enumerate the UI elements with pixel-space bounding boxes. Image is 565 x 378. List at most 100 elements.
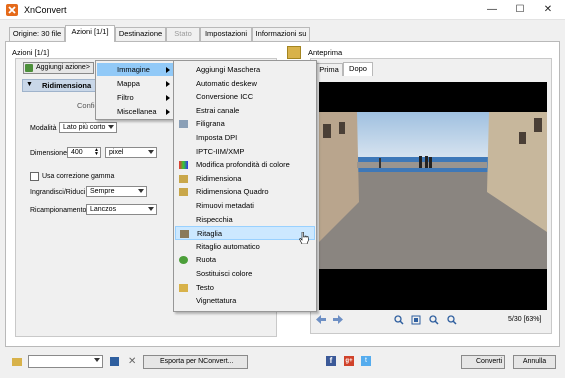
submenu-item-estrai-canale[interactable]: Estrai canale [175, 104, 315, 118]
resample-select[interactable]: Lanczos [86, 204, 157, 215]
save-icon[interactable] [110, 357, 119, 366]
dimension-unit-value: pixel [109, 149, 124, 156]
prev-arrow-icon[interactable] [316, 315, 326, 324]
folder-icon[interactable] [12, 358, 22, 366]
chevron-down-icon [148, 150, 154, 154]
cancel-button[interactable]: Annulla [513, 355, 556, 369]
submenu-item-label: Ruota [196, 255, 217, 265]
color-depth-icon [179, 161, 188, 170]
zoom-100-icon[interactable] [447, 315, 457, 325]
preview-label: Anteprima [308, 48, 343, 57]
submenu-item-filigrana[interactable]: Filigrana [175, 117, 315, 131]
dimension-stepper[interactable]: 400 ▲ ▼ [67, 147, 101, 158]
image-submenu: Aggiungi Maschera Automatic deskew Conve… [173, 60, 317, 312]
zoom-in-icon[interactable] [394, 315, 404, 325]
actions-group-label: Azioni [1/1] [12, 48, 50, 57]
submenu-arrow-icon [166, 67, 170, 73]
menu-item-filtro[interactable]: Filtro [97, 91, 176, 104]
submenu-item-vignettatura[interactable]: Vignettatura [175, 294, 315, 308]
submenu-item-testo[interactable]: Testo [175, 281, 315, 295]
menu-item-miscellanea[interactable]: Miscellanea [97, 105, 176, 118]
submenu-item-automatic-deskew[interactable]: Automatic deskew [175, 77, 315, 91]
action-title: Ridimensiona [42, 81, 92, 90]
fit-icon[interactable] [411, 315, 421, 325]
add-action-menu: Immagine Mappa Filtro Miscellanea [95, 60, 178, 120]
submenu-item-rispecchia[interactable]: Rispecchia [175, 213, 315, 227]
enlarge-select[interactable]: Sempre [86, 186, 147, 197]
convert-button[interactable]: Converti [461, 355, 505, 369]
next-arrow-icon[interactable] [333, 315, 343, 324]
tab-impostazioni[interactable]: Impostazioni [200, 27, 252, 41]
submenu-item-ruota[interactable]: Ruota [175, 253, 315, 267]
submenu-item-ridimensiona[interactable]: Ridimensiona [175, 172, 315, 186]
submenu-item-label: Filigrana [196, 119, 225, 129]
tab-azioni[interactable]: Azioni [1/1] [65, 25, 115, 42]
minimize-button[interactable]: — [478, 0, 506, 20]
submenu-item-label: Ridimensiona Quadro [196, 187, 269, 197]
zoom-out-icon[interactable] [429, 315, 439, 325]
dimension-unit-select[interactable]: pixel [105, 147, 157, 158]
submenu-item-ritaglia[interactable]: Ritaglia [175, 226, 315, 240]
chevron-down-icon [108, 125, 114, 129]
window-title: XnConvert [24, 5, 67, 15]
rotate-icon [179, 256, 188, 265]
tab-dopo[interactable]: Dopo [343, 62, 373, 76]
add-action-button[interactable]: Aggiungi azione> [23, 62, 94, 74]
stepper-arrows-icon[interactable]: ▲ ▼ [94, 148, 99, 157]
gamma-checkbox[interactable] [30, 172, 39, 181]
app-logo-icon [6, 4, 18, 16]
clear-icon[interactable]: ✕ [128, 356, 136, 367]
tab-destinazione[interactable]: Destinazione [115, 27, 166, 41]
twitter-icon[interactable]: t [361, 356, 371, 366]
chevron-down-icon [138, 189, 144, 193]
submenu-item-ritaglio-automatico[interactable]: Ritaglio automatico [175, 240, 315, 254]
watermark-icon [179, 120, 188, 129]
menu-item-label: Mappa [117, 79, 140, 88]
export-nconvert-button[interactable]: Esporta per NConvert... [143, 355, 248, 369]
menu-item-label: Miscellanea [117, 107, 157, 116]
submenu-item-label: Ridimensiona [196, 173, 242, 183]
menu-item-label: Immagine [117, 65, 150, 74]
tab-informazioni[interactable]: Informazioni su [252, 27, 310, 41]
preview-image [319, 112, 547, 269]
modality-label: Modalità [30, 125, 57, 132]
collapse-arrow-icon[interactable]: ▼ [26, 81, 33, 88]
submenu-item-sostituisci-colore[interactable]: Sostituisci colore [175, 267, 315, 281]
dimension-label: Dimensione [30, 150, 67, 157]
canvas-resize-icon [179, 188, 188, 197]
gamma-label: Usa correzione gamma [42, 173, 115, 180]
submenu-item-profondita-colore[interactable]: Modifica profondità di colore [175, 158, 315, 172]
tab-origine[interactable]: Origine: 30 file [9, 27, 65, 41]
menu-item-mappa[interactable]: Mappa [97, 77, 176, 90]
submenu-item-conversione-icc[interactable]: Conversione ICC [175, 90, 315, 104]
submenu-item-label: Modifica profondità di colore [196, 160, 290, 170]
submenu-arrow-icon [166, 109, 170, 115]
submenu-item-iptc[interactable]: IPTC-IIM/XMP [175, 145, 315, 159]
crop-icon [180, 230, 189, 239]
enlarge-value: Sempre [90, 188, 115, 195]
submenu-item-rimuovi-metadati[interactable]: Rimuovi metadati [175, 199, 315, 213]
modality-select[interactable]: Lato più corto [59, 122, 117, 133]
close-button[interactable]: ✕ [534, 0, 562, 20]
submenu-item-imposta-dpi[interactable]: Imposta DPI [175, 131, 315, 145]
submenu-item-ridimensiona-quadro[interactable]: Ridimensiona Quadro [175, 185, 315, 199]
tab-prima[interactable]: Prima [315, 63, 343, 76]
submenu-arrow-icon [166, 95, 170, 101]
tab-stato[interactable]: Stato [166, 27, 200, 41]
submenu-item-label: Ritaglia [197, 229, 223, 239]
preset-select[interactable] [28, 355, 103, 368]
chevron-down-icon [148, 207, 154, 211]
enlarge-label: Ingrandisci/Riduci [30, 189, 86, 196]
text-icon [179, 283, 188, 292]
google-plus-icon[interactable]: g+ [344, 356, 354, 366]
menu-item-label: Filtro [117, 93, 134, 102]
modality-value: Lato più corto [63, 124, 106, 131]
submenu-arrow-icon [166, 81, 170, 87]
resize-icon [179, 174, 188, 183]
submenu-item-aggiungi-maschera[interactable]: Aggiungi Maschera [175, 63, 315, 77]
submenu-item-label: Testo [196, 282, 214, 292]
folder-icon[interactable] [287, 46, 301, 59]
maximize-button[interactable]: ☐ [506, 0, 534, 20]
facebook-icon[interactable]: f [326, 356, 336, 366]
menu-item-immagine[interactable]: Immagine [97, 63, 176, 76]
